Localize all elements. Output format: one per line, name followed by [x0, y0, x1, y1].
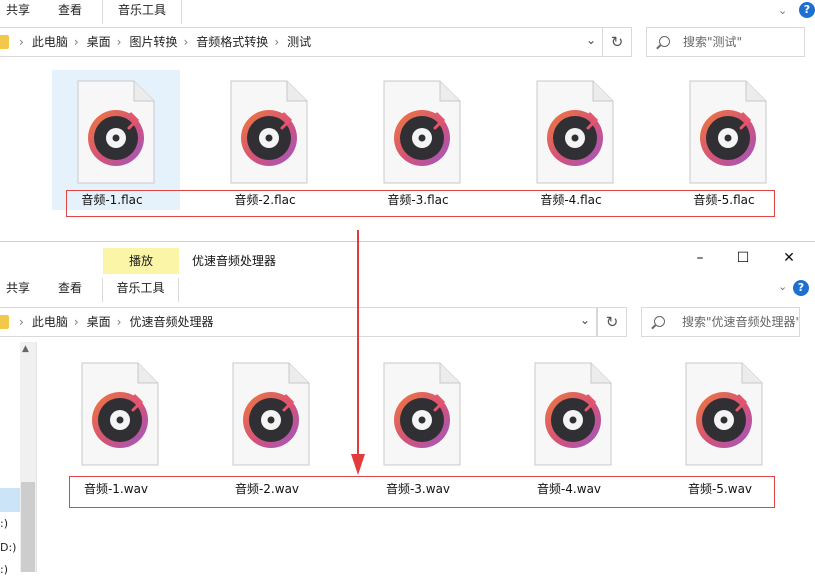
breadcrumb-separator: ›	[116, 35, 122, 49]
breadcrumb-separator: ›	[19, 315, 24, 329]
highlight-box-flac	[66, 190, 775, 217]
nav-drive[interactable]: :)	[0, 563, 8, 576]
tab-music-tools[interactable]: 音乐工具	[102, 278, 179, 302]
breadcrumb-separator: ›	[73, 35, 79, 49]
maximize-icon[interactable]: ☐	[731, 246, 755, 270]
breadcrumb-separator: ›	[73, 315, 79, 329]
search-input[interactable]: 搜索"优速音频处理器"	[641, 307, 800, 337]
breadcrumb-separator: ›	[19, 35, 24, 49]
breadcrumb-test[interactable]: 测试	[287, 28, 311, 56]
file-item-wav-2[interactable]: 音频-2.wav	[207, 352, 327, 496]
music-file-icon	[536, 80, 614, 184]
music-file-icon	[230, 80, 308, 184]
tab-music-tools[interactable]: 音乐工具	[102, 0, 182, 24]
scrollbar-thumb[interactable]	[21, 482, 35, 572]
nav-drive[interactable]: D:)	[0, 541, 16, 554]
tab-view[interactable]: 查看	[48, 0, 92, 24]
refresh-icon[interactable]: ↻	[597, 307, 627, 337]
tab-share[interactable]: 共享	[0, 278, 40, 302]
file-item-flac-2[interactable]: 音频-2.flac	[205, 70, 325, 210]
explorer-window-processor: 播放 优速音频处理器 – ☐ ✕ 共享 查看 音乐工具 ⌄ ? › 此电脑 › 桌面 ›…	[0, 241, 815, 576]
breadcrumb-audio-format-convert[interactable]: 音频格式转换	[196, 28, 268, 56]
address-bar[interactable]: › 此电脑 › 桌面 › 图片转换 › 音频格式转换 › 测试 ⌄	[0, 27, 603, 57]
file-item-flac-5[interactable]: 音频-5.flac	[664, 70, 784, 210]
highlight-box-wav	[69, 476, 775, 508]
file-item-flac-3[interactable]: 音频-3.flac	[358, 70, 478, 210]
music-file-icon	[232, 362, 310, 466]
explorer-window-test: 共享 查看 音乐工具 ⌄ ? › 此电脑 › 桌面 › 图片转换 › 音频格式转换 › 测试 ⌄ …	[0, 0, 815, 241]
minimize-icon[interactable]: –	[688, 246, 712, 270]
ribbon-tabs: 共享 查看 音乐工具	[0, 0, 815, 24]
breadcrumb-separator: ›	[116, 315, 122, 329]
tab-share[interactable]: 共享	[0, 0, 40, 24]
nav-drive[interactable]: :)	[0, 517, 8, 530]
breadcrumb: › 此电脑 › 桌面 › 图片转换 › 音频格式转换 › 测试	[13, 28, 311, 56]
breadcrumb-separator: ›	[183, 35, 189, 49]
file-item-flac-4[interactable]: 音频-4.flac	[511, 70, 631, 210]
ribbon-tabs: 共享 查看 音乐工具	[0, 274, 815, 302]
file-item-wav-3[interactable]: 音频-3.wav	[358, 352, 478, 496]
refresh-icon[interactable]: ↻	[602, 27, 632, 57]
search-icon	[659, 36, 670, 47]
tab-view[interactable]: 查看	[48, 278, 92, 302]
file-item-flac-1[interactable]: 音频-1.flac	[52, 70, 180, 210]
context-tab-play[interactable]: 播放	[103, 252, 179, 272]
chevron-down-icon[interactable]: ⌄	[586, 33, 596, 47]
file-item-wav-4[interactable]: 音频-4.wav	[509, 352, 629, 496]
breadcrumb-desktop[interactable]: 桌面	[87, 28, 111, 56]
address-bar[interactable]: › 此电脑 › 桌面 › 优速音频处理器 ⌄	[0, 307, 597, 337]
breadcrumb-this-pc[interactable]: 此电脑	[32, 28, 68, 56]
search-placeholder: 搜索"测试"	[683, 35, 743, 49]
navigation-pane: ▲ :) D:) :)	[0, 342, 37, 576]
music-file-icon	[685, 362, 763, 466]
conversion-arrow-icon	[351, 230, 365, 475]
breadcrumb: › 此电脑 › 桌面 › 优速音频处理器	[13, 308, 213, 336]
breadcrumb-separator: ›	[274, 35, 280, 49]
folder-icon	[0, 315, 9, 329]
file-item-wav-1[interactable]: 音频-1.wav	[56, 352, 176, 496]
breadcrumb-desktop[interactable]: 桌面	[87, 308, 111, 336]
music-file-icon	[383, 362, 461, 466]
chevron-down-icon[interactable]: ⌄	[580, 313, 590, 327]
close-icon[interactable]: ✕	[777, 246, 801, 270]
help-icon[interactable]: ?	[799, 2, 815, 18]
breadcrumb-image-convert[interactable]: 图片转换	[129, 28, 177, 56]
music-file-icon	[534, 362, 612, 466]
scroll-up-icon[interactable]: ▲	[22, 344, 29, 354]
nav-item-selected[interactable]	[0, 488, 20, 512]
search-input[interactable]: 搜索"测试"	[646, 27, 805, 57]
breadcrumb-processor[interactable]: 优速音频处理器	[129, 308, 213, 336]
music-file-icon	[383, 80, 461, 184]
file-item-wav-5[interactable]: 音频-5.wav	[660, 352, 780, 496]
search-placeholder: 搜索"优速音频处理器"	[682, 315, 800, 329]
music-file-icon	[689, 80, 767, 184]
ribbon-collapse-icon[interactable]: ⌄	[778, 4, 787, 17]
breadcrumb-this-pc[interactable]: 此电脑	[32, 308, 68, 336]
help-icon[interactable]: ?	[793, 280, 809, 296]
search-icon	[654, 316, 665, 327]
music-file-icon	[77, 80, 155, 184]
ribbon-collapse-icon[interactable]: ⌄	[778, 280, 787, 293]
music-file-icon	[81, 362, 159, 466]
folder-icon	[0, 35, 9, 49]
window-title: 优速音频处理器	[192, 254, 277, 268]
